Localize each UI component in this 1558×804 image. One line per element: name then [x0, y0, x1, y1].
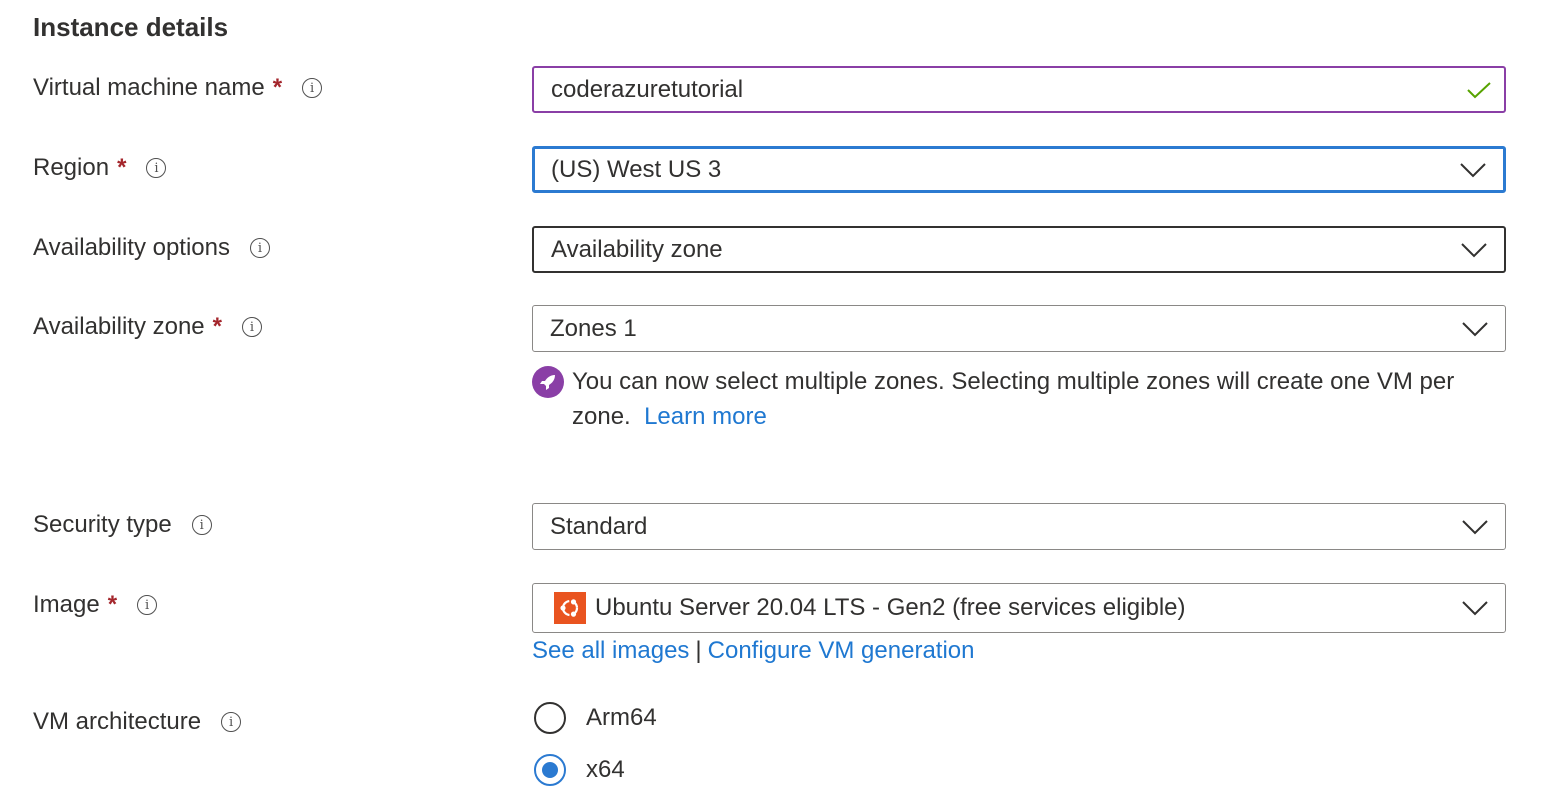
info-icon[interactable]: i: [146, 158, 167, 178]
zone-notice: You can now select multiple zones. Selec…: [532, 364, 1492, 434]
vm-name-label-text: Virtual machine name: [33, 74, 265, 101]
rocket-icon: [532, 366, 564, 398]
security-type-value: Standard: [550, 512, 648, 540]
required-marker: *: [107, 591, 118, 618]
region-dropdown[interactable]: (US) West US 3: [532, 146, 1506, 193]
chevron-down-icon: [1461, 242, 1487, 257]
chevron-down-icon: [1460, 162, 1486, 177]
vm-architecture-label-text: VM architecture: [33, 708, 202, 735]
region-label-text: Region: [33, 154, 110, 181]
vm-name-value[interactable]: coderazuretutorial: [551, 76, 1504, 104]
availability-zone-label: Availability zone * i: [33, 313, 262, 341]
image-links: See all images | Configure VM generation: [532, 637, 974, 665]
security-type-label: Security type i: [33, 511, 212, 539]
radio-button[interactable]: [534, 702, 566, 734]
link-separator: |: [695, 637, 702, 664]
required-marker: *: [212, 313, 222, 340]
availability-options-dropdown[interactable]: Availability zone: [532, 226, 1506, 273]
vm-architecture-label: VM architecture i: [33, 708, 242, 736]
region-label: Region * i: [33, 154, 167, 182]
info-icon[interactable]: i: [221, 712, 242, 732]
availability-options-label: Availability options i: [33, 234, 271, 262]
availability-options-value: Availability zone: [551, 235, 723, 263]
required-marker: *: [117, 154, 127, 181]
security-type-label-text: Security type: [33, 511, 172, 538]
info-icon[interactable]: i: [137, 595, 158, 615]
chevron-down-icon: [1462, 519, 1488, 534]
image-label: Image * i: [33, 591, 158, 619]
image-dropdown[interactable]: Ubuntu Server 20.04 LTS - Gen2 (free ser…: [532, 583, 1506, 633]
chevron-down-icon: [1462, 321, 1488, 336]
radio-option-arm64[interactable]: Arm64: [534, 702, 657, 734]
info-icon[interactable]: i: [242, 317, 262, 337]
info-icon[interactable]: i: [250, 238, 271, 258]
learn-more-link[interactable]: Learn more: [644, 403, 767, 430]
ubuntu-logo-icon: [554, 592, 586, 624]
vm-name-label: Virtual machine name * i: [33, 74, 323, 102]
radio-option-x64[interactable]: x64: [534, 754, 625, 786]
configure-vm-generation-link[interactable]: Configure VM generation: [708, 637, 975, 664]
required-marker: *: [272, 74, 283, 101]
availability-zone-dropdown[interactable]: Zones 1: [532, 305, 1506, 352]
availability-options-label-text: Availability options: [33, 234, 231, 261]
region-value: (US) West US 3: [551, 155, 722, 183]
radio-button-selected[interactable]: [534, 754, 566, 786]
radio-label: x64: [586, 756, 625, 783]
see-all-images-link[interactable]: See all images: [532, 637, 689, 664]
info-icon[interactable]: i: [191, 515, 212, 535]
chevron-down-icon: [1462, 601, 1488, 616]
section-title: Instance details: [33, 12, 229, 42]
availability-zone-label-text: Availability zone: [33, 313, 205, 340]
zone-notice-body: You can now select multiple zones. Selec…: [572, 364, 1492, 434]
image-label-text: Image: [33, 591, 100, 618]
radio-label: Arm64: [586, 704, 657, 731]
info-icon[interactable]: i: [302, 78, 323, 98]
availability-zone-value: Zones 1: [550, 314, 637, 342]
check-icon: [1467, 81, 1491, 98]
security-type-dropdown[interactable]: Standard: [532, 503, 1506, 550]
vm-name-input[interactable]: coderazuretutorial: [532, 66, 1506, 113]
image-value: Ubuntu Server 20.04 LTS - Gen2 (free ser…: [595, 594, 1186, 621]
